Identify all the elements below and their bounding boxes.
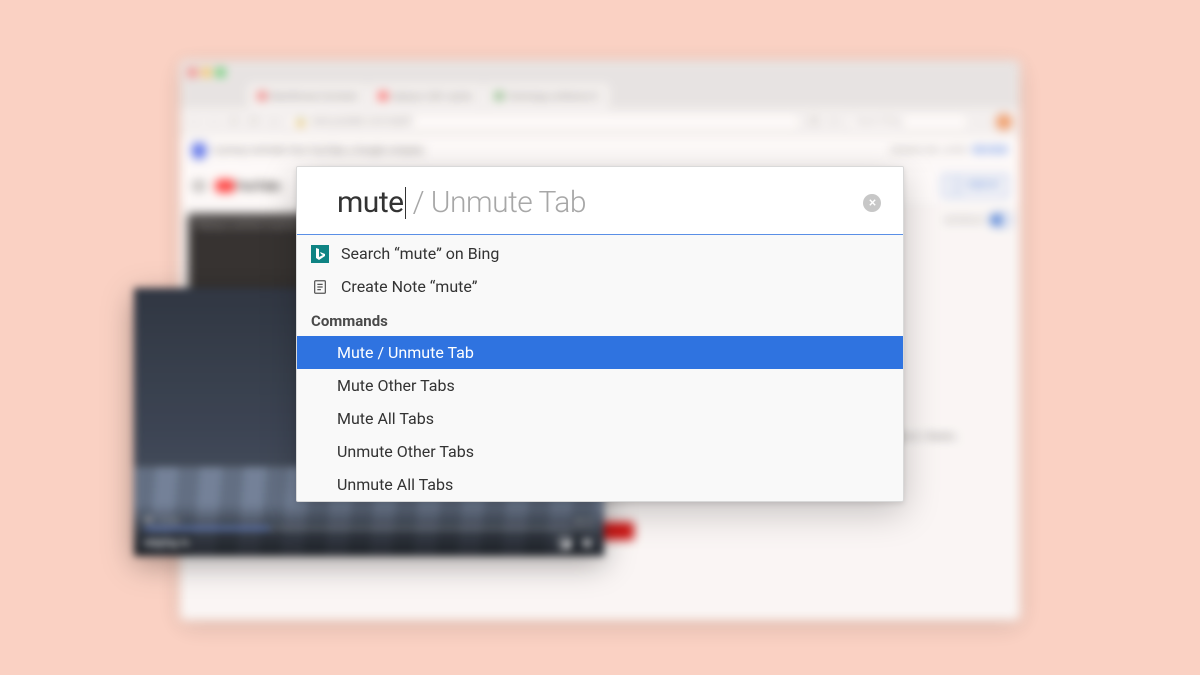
window-zoom-icon[interactable] [216, 68, 225, 77]
palette-note-option[interactable]: Create Note “mute” [297, 270, 903, 303]
pip-progress-fill [144, 527, 270, 530]
address-bar: ‹ › ✕ ⟳ ⌂ 🔒 www.youtube.com/watch ☰ ✧ Se… [180, 108, 1020, 136]
stop-icon[interactable]: ✕ [228, 116, 240, 128]
remind-later-button[interactable]: REMIND ME LATER [891, 146, 967, 155]
tab-label: Mute/Browse Command [270, 92, 357, 101]
tab-favicon-icon [379, 92, 387, 100]
back-icon[interactable]: ‹ [188, 116, 200, 128]
youtube-logo[interactable]: YouTube [216, 179, 280, 193]
palette-command-label: Unmute Other Tabs [337, 442, 474, 461]
palette-command[interactable]: Mute / Unmute Tab [297, 336, 903, 369]
search-placeholder: Search Bing [855, 117, 903, 127]
palette-search-option[interactable]: Search “mute” on Bing [297, 237, 903, 270]
window-close-icon[interactable] [188, 68, 197, 77]
palette-command-label: Mute Other Tabs [337, 376, 455, 395]
tab-3[interactable]: Technology conference Ci [485, 84, 609, 108]
palette-results: Search “mute” on Bing Create Note “mute”… [297, 235, 903, 501]
palette-note-label: Create Note “mute” [341, 277, 477, 296]
reader-icon[interactable]: ☰ [808, 116, 820, 128]
sign-in-label: SIGN IN [967, 181, 999, 191]
bing-icon [311, 245, 329, 263]
home-icon[interactable]: ⌂ [268, 116, 280, 128]
star-icon[interactable]: ✧ [828, 116, 840, 128]
banner-text: A privacy reminder from YouTube, a Googl… [212, 146, 424, 156]
command-palette: mute / Unmute Tab Search “mute” on Bing … [296, 166, 904, 502]
palette-command[interactable]: Mute All Tabs [297, 402, 903, 435]
autoplay-label: AUTOPLAY [944, 216, 984, 225]
window-titlebar [180, 60, 1020, 84]
palette-command-label: Mute All Tabs [337, 409, 434, 428]
tab-2[interactable]: staying in. [lofi / jazzho [369, 84, 483, 108]
window-minimize-icon[interactable] [202, 68, 211, 77]
hamburger-icon[interactable] [192, 181, 206, 191]
palette-command[interactable]: Unmute Other Tabs [297, 435, 903, 468]
palette-input-row[interactable]: mute / Unmute Tab [297, 167, 903, 235]
search-engine-input[interactable]: Search Bing [848, 113, 968, 131]
youtube-brand: YouTube [236, 179, 280, 193]
url-input[interactable]: 🔒 www.youtube.com/watch [288, 113, 800, 131]
autoplay-toggle[interactable] [990, 214, 1012, 226]
palette-command-label: Mute / Unmute Tab [337, 343, 474, 362]
tab-favicon-icon [258, 92, 266, 100]
palette-close-button[interactable] [863, 194, 881, 212]
sign-in-button[interactable]: SIGN IN [942, 175, 1008, 197]
shield-icon [192, 143, 206, 159]
tab-1[interactable]: Mute/Browse Command [248, 84, 367, 108]
palette-section-header: Commands [297, 303, 903, 336]
profile-avatar-icon[interactable] [996, 114, 1012, 130]
pip-restore-icon[interactable] [558, 536, 572, 550]
user-icon [951, 180, 963, 192]
youtube-play-icon [216, 180, 234, 192]
palette-command-label: Unmute All Tabs [337, 475, 453, 494]
privacy-banner: A privacy reminder from YouTube, a Googl… [180, 136, 1020, 166]
palette-query: mute [337, 185, 404, 220]
palette-search-label: Search “mute” on Bing [341, 244, 499, 263]
palette-command[interactable]: Mute Other Tabs [297, 369, 903, 402]
text-cursor-icon [405, 187, 406, 219]
tab-strip: Mute/Browse Command staying in. [lofi / … [180, 84, 1020, 108]
forward-icon[interactable]: › [208, 116, 220, 128]
pip-pause-icon[interactable] [580, 536, 594, 550]
extensions-icon[interactable]: ⋯ [976, 116, 988, 128]
reload-icon[interactable]: ⟳ [248, 116, 260, 128]
tab-favicon-icon [495, 92, 503, 100]
tab-label: Technology conference Ci [507, 92, 599, 101]
lock-icon: 🔒 [295, 117, 306, 127]
review-button[interactable]: REVIEW [973, 146, 1008, 156]
note-icon [311, 278, 329, 296]
url-text: www.youtube.com/watch [310, 117, 412, 127]
pip-controls: staying in. [134, 504, 604, 556]
palette-command[interactable]: Unmute All Tabs [297, 468, 903, 501]
palette-suggestion: / Unmute Tab [413, 185, 586, 220]
tab-label: staying in. [lofi / jazzho [391, 92, 473, 101]
pip-title: staying in. [144, 538, 192, 549]
pip-progress-bar[interactable] [144, 527, 594, 530]
